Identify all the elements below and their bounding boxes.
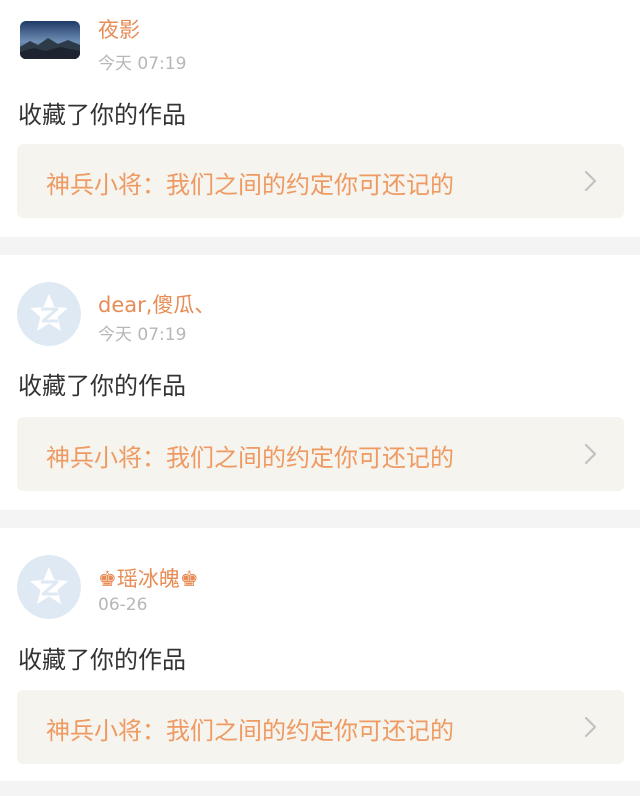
qzone-default-avatar-icon: [17, 555, 81, 619]
notification-feed: 夜影 今天 07:19 收藏了你的作品 神兵小将：我们之间的约定你可还记的 de…: [0, 0, 640, 796]
user-name[interactable]: dear,傻瓜、: [98, 289, 215, 319]
user-avatar[interactable]: [20, 21, 80, 59]
landscape-photo-icon: [20, 21, 80, 59]
action-text: 收藏了你的作品: [18, 101, 186, 129]
qzone-default-avatar-icon: [17, 282, 81, 346]
action-text: 收藏了你的作品: [18, 646, 186, 674]
user-avatar[interactable]: [17, 282, 81, 346]
timestamp: 06-26: [98, 595, 148, 615]
chevron-right-icon: [584, 170, 597, 192]
work-title: 神兵小将：我们之间的约定你可还记的: [46, 717, 454, 745]
chevron-right-icon: [584, 716, 597, 738]
timestamp: 今天 07:19: [98, 325, 187, 345]
work-link[interactable]: 神兵小将：我们之间的约定你可还记的: [17, 690, 624, 764]
notification-card: ♚瑶冰魄♚ 06-26 收藏了你的作品 神兵小将：我们之间的约定你可还记的: [0, 528, 640, 781]
notification-card: 夜影 今天 07:19 收藏了你的作品 神兵小将：我们之间的约定你可还记的: [0, 0, 640, 237]
work-title: 神兵小将：我们之间的约定你可还记的: [46, 444, 454, 472]
chevron-right-icon: [584, 443, 597, 465]
user-avatar[interactable]: [17, 555, 81, 619]
work-link[interactable]: 神兵小将：我们之间的约定你可还记的: [17, 417, 624, 491]
user-name[interactable]: 夜影: [98, 14, 140, 44]
notification-card: dear,傻瓜、 今天 07:19 收藏了你的作品 神兵小将：我们之间的约定你可…: [0, 255, 640, 510]
timestamp: 今天 07:19: [98, 54, 187, 74]
work-title: 神兵小将：我们之间的约定你可还记的: [46, 171, 454, 199]
work-link[interactable]: 神兵小将：我们之间的约定你可还记的: [17, 144, 624, 218]
user-name[interactable]: ♚瑶冰魄♚: [98, 563, 199, 593]
action-text: 收藏了你的作品: [18, 372, 186, 400]
